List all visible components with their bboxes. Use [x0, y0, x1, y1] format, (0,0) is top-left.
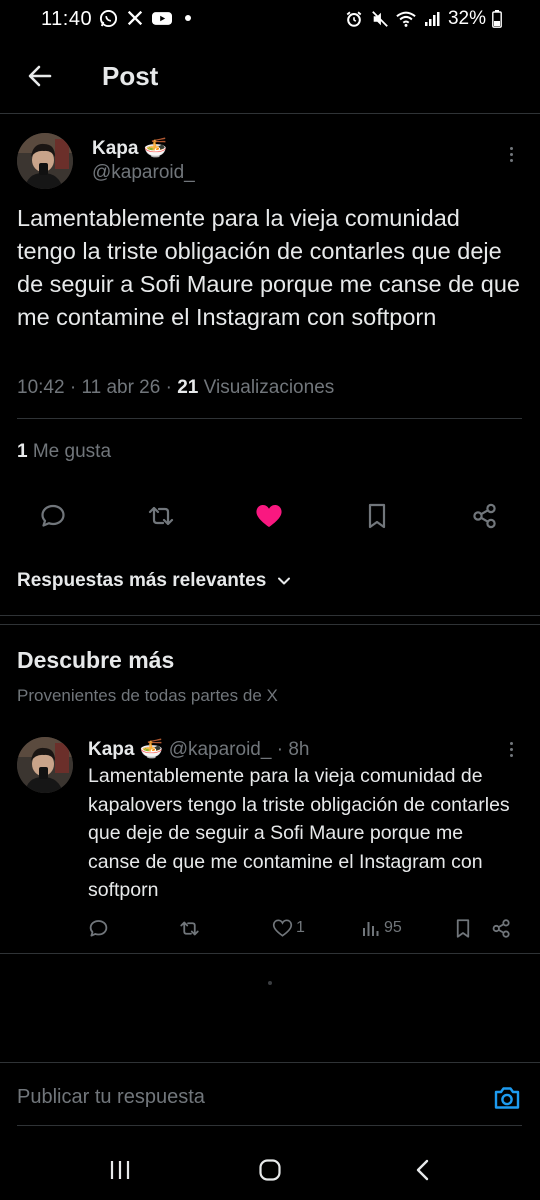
youtube-icon: [152, 8, 172, 28]
more-dot: [509, 152, 513, 156]
discover-tweet-text[interactable]: Lamentablemente para la vieja comunidad …: [88, 762, 518, 905]
wifi-icon: [396, 9, 416, 29]
divider: [17, 418, 522, 419]
status-time: 11:40: [41, 8, 93, 30]
system-navigation-bar: [0, 1140, 540, 1200]
likes-summary[interactable]: 1 Me gusta: [17, 441, 111, 463]
like-button[interactable]: [251, 498, 287, 534]
mute-icon: [370, 9, 390, 29]
discover-reply-button[interactable]: [88, 916, 109, 940]
reply-input[interactable]: Publicar tu respuesta: [17, 1086, 205, 1109]
more-options-button[interactable]: [499, 142, 523, 166]
share-button[interactable]: [467, 498, 503, 534]
discover-bookmark-button[interactable]: [453, 916, 473, 940]
separator-dot: ·: [276, 739, 284, 760]
discover-tweet-actions: 1 95: [0, 916, 540, 940]
discover-author-handle: @kaparoid_: [168, 739, 272, 760]
repost-button[interactable]: [143, 498, 179, 534]
x-icon: [125, 8, 145, 28]
more-dot: [509, 158, 513, 162]
reply-icon: [41, 504, 65, 527]
discover-views-button[interactable]: 95: [361, 916, 402, 940]
discover-repost-button[interactable]: [178, 916, 201, 940]
views-chart-icon: [363, 922, 379, 936]
home-button[interactable]: [250, 1155, 290, 1185]
discover-tweet-age: 8h: [288, 739, 310, 760]
reply-icon: [89, 919, 108, 937]
more-dot: [509, 741, 513, 745]
heart-filled-icon: [256, 505, 282, 527]
tweet-time: 10:42: [17, 377, 65, 398]
repost-icon: [148, 506, 174, 526]
section-separator: [0, 615, 540, 625]
whatsapp-icon: [98, 8, 118, 28]
author-avatar[interactable]: [17, 133, 73, 189]
reply-button[interactable]: [35, 498, 71, 534]
page-title: Post: [102, 61, 159, 91]
discover-like-button[interactable]: 1: [272, 916, 305, 940]
discover-views-count: 95: [384, 919, 402, 936]
more-dot: [509, 753, 513, 757]
repost-icon: [180, 921, 199, 935]
share-icon: [492, 918, 510, 938]
heart-outline-icon: [272, 919, 293, 937]
chevron-down-icon: [278, 577, 291, 585]
replies-sort-label: Respuestas más relevantes: [17, 570, 267, 591]
tweet-date: 11 abr 26: [81, 377, 161, 398]
recent-apps-icon: [110, 1161, 130, 1179]
author-handle[interactable]: @kaparoid_: [92, 162, 195, 184]
bookmark-icon: [368, 503, 386, 529]
alarm-icon: [344, 9, 364, 29]
more-dot: [509, 146, 513, 150]
back-button[interactable]: [22, 58, 58, 94]
discover-more-options-button[interactable]: [499, 737, 523, 761]
composer-underline: [17, 1125, 522, 1126]
camera-icon: [494, 1087, 520, 1109]
bookmark-icon: [456, 918, 470, 938]
more-dot: [509, 747, 513, 751]
share-icon: [473, 503, 496, 529]
author-name[interactable]: Kapa 🍜: [92, 136, 167, 160]
signal-icon: [422, 9, 442, 29]
composer-divider: [0, 1062, 540, 1063]
discover-likes-count: 1: [296, 919, 305, 936]
tweet-actions: [0, 498, 540, 534]
views-label[interactable]: Visualizaciones: [204, 377, 335, 398]
back-nav-button[interactable]: [403, 1155, 443, 1185]
chevron-left-icon: [416, 1159, 429, 1181]
discover-author-avatar[interactable]: [17, 737, 73, 793]
discover-subtitle: Provenientes de todas partes de X: [17, 686, 278, 705]
camera-button[interactable]: [492, 1083, 522, 1113]
battery-icon: [492, 9, 502, 29]
more-notifications-dot: [185, 15, 191, 21]
top-app-bar: Post: [0, 40, 540, 114]
tweet-metadata: 10:42 · 11 abr 26 · 21 Visualizaciones: [17, 377, 335, 398]
status-system-icons: 32%: [344, 8, 502, 30]
status-bar: 11:40 32%: [0, 0, 540, 40]
divider: [0, 953, 540, 954]
status-notification-icons: [98, 8, 191, 28]
tweet-text: Lamentablemente para la vieja comunidad …: [17, 205, 520, 330]
likes-label: Me gusta: [32, 441, 112, 462]
likes-count: 1: [17, 441, 28, 462]
discover-author-name: Kapa 🍜: [88, 739, 164, 760]
recent-apps-button[interactable]: [100, 1155, 140, 1185]
views-count: 21: [177, 377, 199, 398]
arrow-left-icon: [28, 65, 52, 87]
discover-share-button[interactable]: [491, 916, 512, 940]
battery-percent: 32%: [447, 8, 486, 29]
bookmark-button[interactable]: [359, 498, 395, 534]
home-icon: [259, 1159, 281, 1181]
loading-indicator: [268, 981, 272, 985]
discover-heading: Descubre más: [17, 647, 175, 673]
replies-sort-dropdown[interactable]: Respuestas más relevantes: [17, 570, 292, 592]
discover-tweet-header[interactable]: Kapa 🍜 @kaparoid_ · 8h: [88, 737, 309, 761]
